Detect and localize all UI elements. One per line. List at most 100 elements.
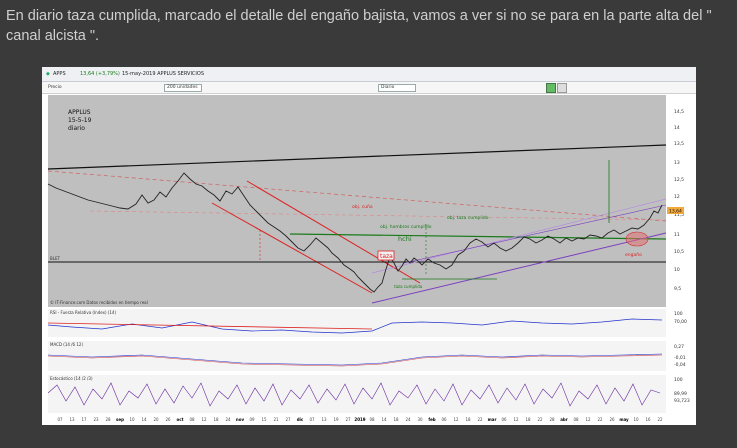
price-tick: 10,5 bbox=[674, 249, 684, 255]
date-tick: 07 bbox=[309, 417, 315, 422]
date-tick: 06 bbox=[441, 417, 447, 422]
units-select[interactable]: 200 unidades bbox=[164, 84, 202, 92]
macd-axis-tick: -0,01 bbox=[674, 355, 686, 361]
date-tick: 19 bbox=[333, 417, 339, 422]
date-tick: nov bbox=[236, 417, 245, 422]
date-tick: 28 bbox=[105, 417, 111, 422]
chart-tools-icon[interactable] bbox=[546, 83, 556, 93]
date-tick: 22 bbox=[537, 417, 543, 422]
date-tick: 08 bbox=[189, 417, 195, 422]
symbol-label: APPS bbox=[53, 71, 66, 77]
date-name-label: 15-may-2019 APPLUS SERVICIOS bbox=[122, 71, 205, 77]
date-tick: 27 bbox=[285, 417, 291, 422]
date-tick: feb bbox=[428, 417, 435, 422]
date-tick: 13 bbox=[69, 417, 75, 422]
date-tick: 13 bbox=[321, 417, 327, 422]
annotation-engano: engaño bbox=[625, 252, 642, 258]
date-tick: 12 bbox=[513, 417, 519, 422]
date-tick: 12 bbox=[201, 417, 207, 422]
date-tick: abr bbox=[560, 417, 568, 422]
date-tick: 24 bbox=[405, 417, 411, 422]
date-tick: 14 bbox=[381, 417, 387, 422]
date-tick: 16 bbox=[645, 417, 651, 422]
date-tick: 22 bbox=[477, 417, 483, 422]
settings-icon[interactable] bbox=[557, 83, 567, 93]
date-tick: mar bbox=[488, 417, 497, 422]
price-tick: 12,5 bbox=[674, 177, 684, 183]
rsi-axis-tick: 70,00 bbox=[674, 319, 687, 325]
date-tick: 17 bbox=[81, 417, 87, 422]
date-tick: 26 bbox=[165, 417, 171, 422]
date-tick: dic bbox=[297, 417, 304, 422]
annotation-obj-taza: obj. taza cumplido bbox=[447, 215, 489, 221]
date-tick: 18 bbox=[465, 417, 471, 422]
price-tick: 10 bbox=[674, 267, 680, 273]
date-tick: 2019 bbox=[354, 417, 365, 422]
date-tick: 08 bbox=[573, 417, 579, 422]
symbol-icon: ◆ bbox=[46, 71, 50, 77]
date-axis: 07 13 17 23 28 sep 10 14 20 26 oct 08 12 18 24 nov 09 15 2… bbox=[57, 417, 663, 422]
date-tick: may bbox=[619, 417, 629, 422]
rsi-title: RSI - Fuerza Relativa (Index) (14) bbox=[50, 310, 116, 315]
post-caption: En diario taza cumplida, marcado el deta… bbox=[6, 8, 712, 44]
date-tick: 18 bbox=[213, 417, 219, 422]
date-tick: 22 bbox=[657, 417, 663, 422]
date-tick: 12 bbox=[453, 417, 459, 422]
chart-screenshot: ◆ APPS 13,64 (+3,79%) 15-may-2019 APPLUS… bbox=[42, 67, 696, 425]
date-tick: 12 bbox=[585, 417, 591, 422]
macd-axis-tick: -0,04 bbox=[674, 362, 686, 368]
annotation-obj-hombros: obj. hombros cumplido bbox=[380, 224, 432, 230]
data-source: © IT-Finance.com Datos recibidos en tiem… bbox=[50, 300, 148, 305]
macd-axis-tick: 0,27 bbox=[674, 344, 684, 350]
date-tick: 07 bbox=[57, 417, 63, 422]
date-tick: 06 bbox=[501, 417, 507, 422]
date-tick: 30 bbox=[417, 417, 423, 422]
price-tick: 9,5 bbox=[674, 286, 681, 292]
annotation-obj-cuna: obj. cuña bbox=[352, 204, 373, 210]
price-type-label: Precio bbox=[48, 85, 62, 90]
date-tick: 18 bbox=[393, 417, 399, 422]
stoch-axis-tick: 93,723 bbox=[674, 398, 690, 404]
date-tick: 14 bbox=[141, 417, 147, 422]
date-tick: 10 bbox=[129, 417, 135, 422]
date-tick: 23 bbox=[93, 417, 99, 422]
date-tick: 15 bbox=[261, 417, 267, 422]
date-tick: 21 bbox=[273, 417, 279, 422]
stoch-title: Estocástico (14 /2 /3) bbox=[50, 376, 93, 381]
stoch-axis-tick: 100 bbox=[674, 377, 683, 383]
price-tick: 14,5 bbox=[674, 109, 684, 115]
date-tick: 28 bbox=[549, 417, 555, 422]
date-tick: 24 bbox=[225, 417, 231, 422]
annotation-taza: taza bbox=[380, 253, 393, 260]
date-tick: oct bbox=[176, 417, 183, 422]
date-tick: sep bbox=[116, 417, 124, 422]
price-tick: 13,5 bbox=[674, 141, 684, 147]
price-axis-bg bbox=[666, 95, 696, 307]
last-price: 13,64 bbox=[669, 209, 682, 215]
macd-title: MACD (14 /6 12) bbox=[50, 342, 83, 347]
date-tick: 09 bbox=[249, 417, 255, 422]
chart-canvas: APPLUS 15-5-19 diario 14,5 14 13,5 13 12… bbox=[47, 95, 696, 422]
date-tick: 18 bbox=[525, 417, 531, 422]
date-tick: 10 bbox=[633, 417, 639, 422]
chart-header: ◆ APPS 13,64 (+3,79%) 15-may-2019 APPLUS… bbox=[42, 67, 696, 82]
stoch-axis-tick: 89,99 bbox=[674, 391, 687, 397]
date-tick: 22 bbox=[597, 417, 603, 422]
engano-marker bbox=[625, 231, 649, 247]
price-tick: 12 bbox=[674, 194, 680, 200]
date-tick: 27 bbox=[345, 417, 351, 422]
annotation-hchi: hchi bbox=[398, 235, 412, 243]
level-label: BLET bbox=[50, 256, 61, 261]
date-tick: 08 bbox=[369, 417, 375, 422]
annotation-taza-cumplida: taza cumplida bbox=[394, 284, 423, 289]
price-tick: 14 bbox=[674, 125, 680, 131]
date-tick: 26 bbox=[609, 417, 615, 422]
price-tick: 11 bbox=[674, 232, 680, 238]
note-line1: APPLUS bbox=[68, 109, 91, 116]
note-line3: diario bbox=[68, 125, 85, 132]
note-line2: 15-5-19 bbox=[68, 117, 92, 124]
date-tick: 20 bbox=[153, 417, 159, 422]
rsi-panel bbox=[48, 309, 666, 337]
price-change: 13,64 (+3,79%) bbox=[80, 71, 120, 77]
period-select[interactable]: Diario bbox=[378, 84, 416, 92]
